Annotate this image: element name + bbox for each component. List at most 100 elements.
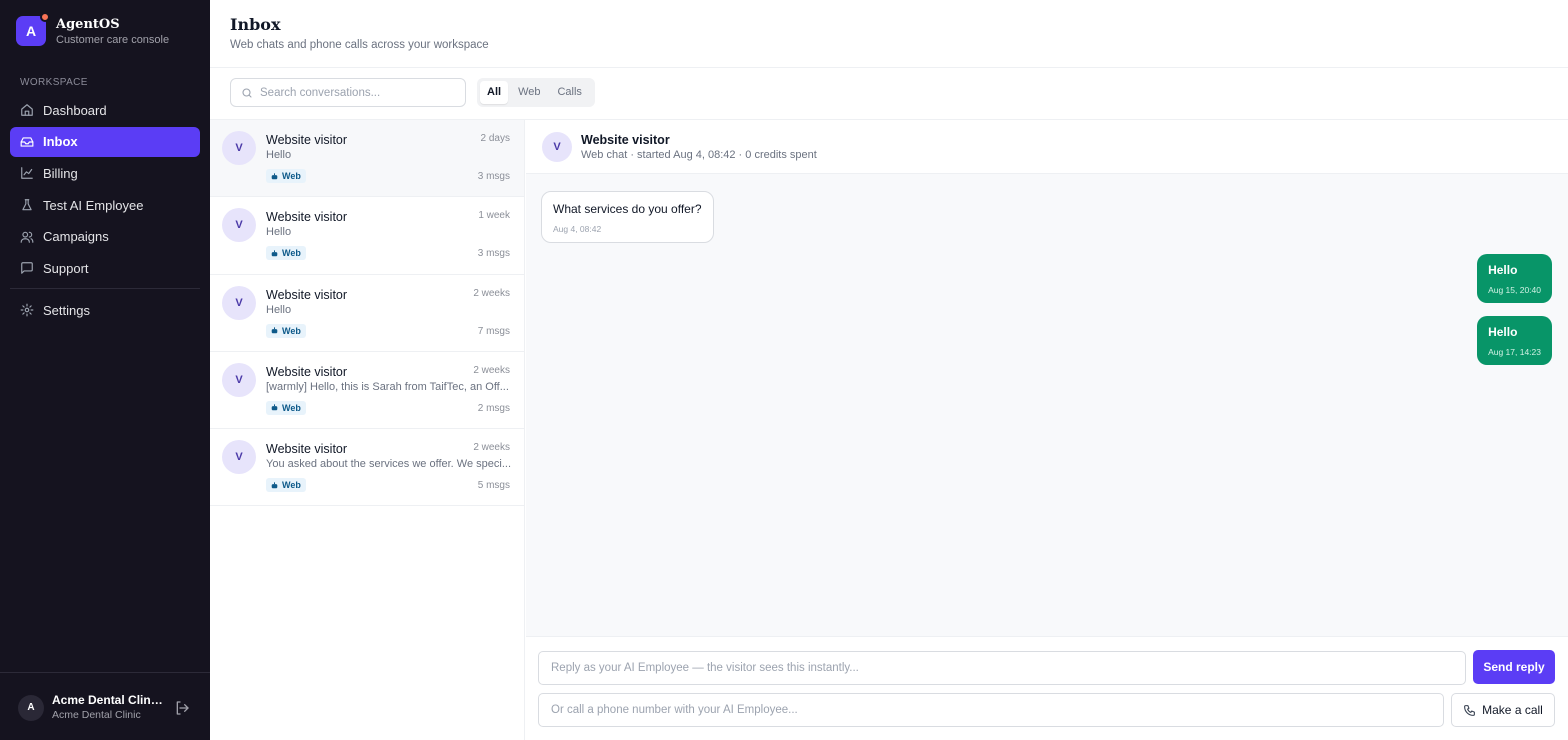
filter-web[interactable]: Web [511, 81, 547, 104]
page-header: Inbox Web chats and phone calls across y… [210, 0, 1568, 68]
sidebar-item-label: Inbox [43, 134, 78, 150]
list-item[interactable]: V Website visitor 2 weeks Hello Web 7 ms… [210, 275, 524, 352]
chat-meta: Web chat · started Aug 4, 08:42 · 0 cred… [581, 149, 817, 161]
list-item[interactable]: V Website visitor 2 weeks You asked abou… [210, 429, 524, 507]
avatar: V [222, 440, 256, 475]
conversation-preview: You asked about the services we offer. W… [266, 458, 511, 471]
message-thread: What services do you offer? Aug 4, 08:42… [526, 174, 1568, 637]
channel-label: Web [282, 171, 301, 181]
channel-label: Web [282, 248, 301, 259]
brand-logo: A [16, 12, 50, 46]
account-name: Acme Dental Clinic... [52, 693, 164, 707]
conversation-time: 1 week [478, 210, 510, 222]
account-card: A Acme Dental Clinic... Acme Dental Clin… [18, 693, 194, 722]
avatar: V [222, 208, 256, 243]
notification-dot [40, 12, 50, 22]
account-org: Acme Dental Clinic [52, 709, 141, 721]
search-input[interactable] [260, 86, 460, 99]
conversation-time: 2 weeks [473, 287, 510, 299]
robot-icon [271, 482, 278, 488]
list-item[interactable]: V Website visitor 1 week Hello Web 3 msg… [210, 197, 524, 275]
avatar: V [222, 131, 256, 165]
chat-header: V Website visitor Web chat · started Aug… [526, 120, 1568, 174]
send-reply-button[interactable]: Send reply [1473, 650, 1555, 684]
composer: Send reply Make a call [526, 638, 1568, 740]
message-square-icon [21, 262, 33, 275]
nav-divider [10, 288, 200, 289]
sidebar-item-test-ai-employee[interactable]: Test AI Employee [10, 190, 200, 220]
gear-icon [20, 303, 34, 317]
conversation-time: 2 weeks [473, 364, 510, 376]
conversation-preview: [warmly] Hello, this is Sarah from TaifT… [266, 380, 509, 393]
sidebar-item-label: Support [43, 260, 89, 276]
incoming-message: What services do you offer? Aug 4, 08:42 [541, 191, 714, 243]
list-item[interactable]: V Website visitor 2 days Hello Web 3 msg… [210, 120, 524, 198]
message-count: 7 msgs [477, 325, 510, 337]
avatar: V [542, 132, 572, 162]
outgoing-message: Hello Aug 17, 14:23 [1477, 316, 1552, 365]
message-text: What services do you offer? [553, 202, 702, 216]
users-icon [20, 231, 34, 243]
reply-input[interactable] [538, 651, 1466, 685]
sidebar-item-settings[interactable]: Settings [10, 295, 200, 325]
robot-icon [271, 404, 278, 411]
sidebar-item-label: Dashboard [43, 102, 107, 118]
message-count: 2 msgs [477, 402, 510, 414]
make-call-button[interactable]: Make a call [1451, 693, 1555, 727]
channel-label: Web [282, 480, 301, 491]
robot-icon [271, 327, 278, 334]
sidebar-item-billing[interactable]: Billing [10, 158, 200, 188]
list-item[interactable]: V Website visitor 2 weeks [warmly] Hello… [210, 352, 524, 430]
robot-icon [271, 250, 278, 257]
search-box[interactable] [230, 78, 466, 107]
conversation-name: Website visitor [266, 442, 348, 457]
conversation-name: Website visitor [266, 210, 348, 225]
chart-line-icon [21, 167, 33, 180]
sidebar-item-dashboard[interactable]: Dashboard [10, 95, 200, 125]
chat-title: Website visitor [581, 133, 670, 147]
inbox-icon [20, 137, 34, 147]
conversation-preview: Hello [266, 149, 292, 161]
sidebar-item-label: Test AI Employee [43, 197, 144, 213]
logout-icon[interactable] [174, 700, 190, 716]
workspace-section-label: WORKSPACE [20, 77, 88, 88]
brand-name: AgentOS [56, 17, 120, 32]
sidebar: A AgentOS Customer care console WORKSPAC… [0, 0, 210, 740]
sidebar-item-label: Settings [43, 302, 90, 318]
home-icon [21, 104, 33, 116]
avatar: V [222, 285, 256, 320]
phone-number-input[interactable] [538, 693, 1444, 727]
inbox-toolbar: All Web Calls [210, 68, 1568, 120]
sidebar-item-support[interactable]: Support [10, 253, 200, 283]
brand-initial: A [25, 23, 37, 39]
conversation-time: 2 days [480, 133, 510, 144]
conversation-time: 2 weeks [473, 442, 510, 454]
channel-label: Web [282, 325, 301, 336]
message-text: Hello [1488, 263, 1518, 277]
phone-icon [1464, 704, 1476, 716]
avatar: A [18, 694, 44, 721]
channel-label: Web [282, 402, 301, 413]
filter-calls[interactable]: Calls [550, 81, 588, 104]
channel-badge: Web [266, 169, 306, 183]
avatar: V [222, 362, 256, 397]
sidebar-item-campaigns[interactable]: Campaigns [10, 222, 200, 252]
message-count: 5 msgs [477, 480, 510, 492]
brand-subtitle: Customer care console [56, 34, 170, 46]
search-icon [242, 87, 252, 98]
robot-icon [271, 172, 278, 179]
channel-badge: Web [266, 246, 306, 261]
conversation-preview: Hello [266, 303, 292, 316]
sidebar-item-label: Campaigns [43, 229, 109, 245]
page-title: Inbox [230, 15, 281, 34]
message-count: 3 msgs [477, 248, 510, 260]
conversation-name: Website visitor [266, 287, 348, 302]
brand[interactable]: A AgentOS Customer care console [16, 12, 170, 47]
channel-badge: Web [266, 323, 306, 338]
page-subtitle: Web chats and phone calls across your wo… [230, 39, 489, 51]
filter-all[interactable]: All [480, 81, 509, 104]
message-text: Hello [1488, 325, 1518, 339]
sidebar-item-inbox[interactable]: Inbox [10, 126, 200, 157]
conversation-name: Website visitor [266, 133, 348, 147]
channel-filter: All Web Calls [477, 78, 595, 107]
